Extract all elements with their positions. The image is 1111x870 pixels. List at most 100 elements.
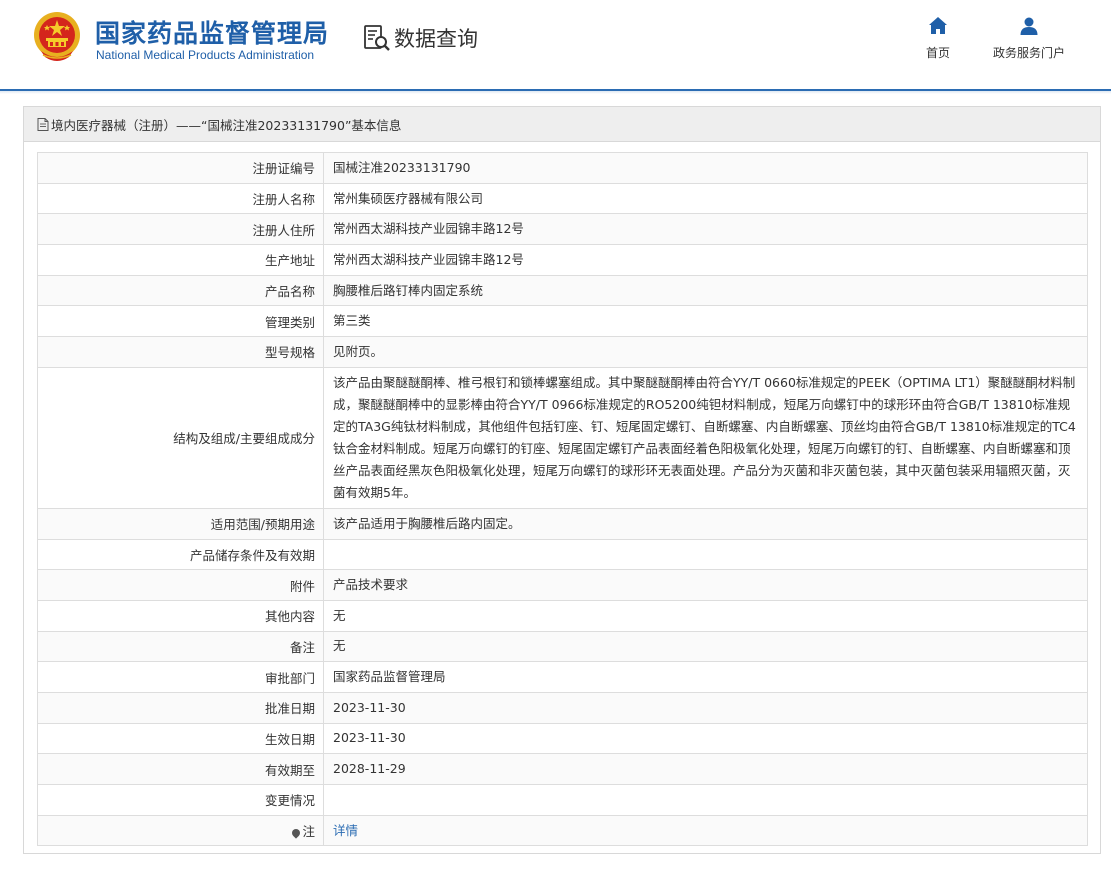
table-row: 管理类别 第三类: [37, 305, 1088, 338]
field-label-text: 注: [302, 824, 315, 840]
user-icon: [1020, 17, 1038, 35]
field-label: 生产地址: [37, 244, 324, 276]
brand-title-cn: 国家药品监督管理局: [95, 19, 330, 48]
table-row: 注 详情: [37, 814, 1088, 847]
table-row: 结构及组成/主要组成成分 该产品由聚醚醚酮棒、椎弓根钉和锁棒螺塞组成。其中聚醚醚酮…: [37, 366, 1088, 509]
field-label: 批准日期: [37, 691, 324, 724]
field-label: 产品名称: [37, 274, 324, 307]
field-value: 第三类: [323, 305, 1088, 338]
field-label: 附件: [37, 569, 324, 601]
field-value-text: 见附页。: [333, 343, 384, 359]
field-value: 无: [323, 630, 1088, 663]
field-value-text: 常州集硕医疗器械有限公司: [333, 190, 484, 206]
table-row: 产品储存条件及有效期: [37, 538, 1088, 571]
field-value: 2023-11-30: [323, 691, 1088, 724]
brand-title-en: National Medical Products Administration: [96, 48, 315, 62]
field-label-text: 型号规格: [264, 345, 315, 361]
field-label: 注: [37, 814, 324, 847]
field-value: 常州西太湖科技产业园锦丰路12号: [323, 244, 1088, 276]
site-header: 国家药品监督管理局 National Medical Products Admi…: [0, 0, 1111, 90]
table-row: 生产地址 常州西太湖科技产业园锦丰路12号: [37, 244, 1088, 276]
field-value-text: 2023-11-30: [333, 699, 406, 715]
field-value: 详情: [323, 814, 1088, 847]
field-value: 2028-11-29: [323, 753, 1088, 785]
table-row: 有效期至 2028-11-29: [37, 753, 1088, 785]
field-value-text: 2028-11-29: [333, 761, 406, 777]
table-row: 审批部门 国家药品监督管理局: [37, 661, 1088, 693]
data-query-title: 数据查询: [362, 22, 478, 54]
registration-info-table: 注册证编号 国械注准20233131790 注册人名称 常州集硕医疗器械有限公司 注册人…: [37, 152, 1088, 847]
header-shadow: [0, 91, 1111, 94]
field-value-text: 第三类: [333, 313, 371, 329]
table-row: 注册人名称 常州集硕医疗器械有限公司: [37, 182, 1088, 215]
field-label-text: 注册人住所: [252, 222, 315, 238]
table-row: 型号规格 见附页。: [37, 336, 1088, 368]
field-value-text: 常州西太湖科技产业园锦丰路12号: [333, 221, 524, 237]
pin-icon: [290, 826, 303, 839]
field-label: 产品储存条件及有效期: [37, 538, 324, 571]
field-value-text: 国家药品监督管理局: [333, 669, 446, 685]
field-value-text: 国械注准20233131790: [333, 159, 471, 175]
field-value: 产品技术要求: [323, 569, 1088, 601]
table-row: 批准日期 2023-11-30: [37, 691, 1088, 724]
field-label: 有效期至: [37, 753, 324, 785]
field-label-text: 其他内容: [264, 609, 315, 625]
field-label-text: 生产地址: [264, 253, 315, 269]
field-label-text: 产品储存条件及有效期: [189, 547, 315, 563]
field-label: 备注: [37, 630, 324, 663]
table-row: 注册证编号 国械注准20233131790: [37, 152, 1088, 184]
field-value-text: 无: [333, 607, 346, 623]
nav-home-label: 首页: [925, 46, 950, 60]
field-value: [323, 784, 1088, 816]
field-value: 常州西太湖科技产业园锦丰路12号: [323, 213, 1088, 246]
detail-panel: 境内医疗器械（注册）——“国械注准20233131790”基本信息 注册证编号国…: [23, 106, 1101, 854]
field-value-text: 常州西太湖科技产业园锦丰路12号: [333, 251, 524, 267]
field-label-text: 审批部门: [264, 670, 315, 686]
field-value: 2023-11-30: [323, 722, 1088, 755]
field-label: 注册人名称: [37, 182, 324, 215]
field-label-text: 产品名称: [264, 284, 315, 300]
field-label-text: 注册证编号: [252, 161, 315, 177]
data-query-label: 数据查询: [394, 27, 478, 51]
table-row: 产品名称 胸腰椎后路钉棒内固定系统: [37, 274, 1088, 307]
field-value: [323, 538, 1088, 571]
table-row: 适用范围/预期用途 该产品适用于胸腰椎后路内固定。: [37, 507, 1088, 540]
field-label: 注册人住所: [37, 213, 324, 246]
document-icon: [37, 117, 49, 131]
field-label: 结构及组成/主要组成成分: [37, 366, 324, 509]
field-value: 国家药品监督管理局: [323, 661, 1088, 693]
nav-home[interactable]: 首页: [922, 16, 954, 61]
field-value-text: 无: [333, 638, 346, 654]
field-value-text: 该产品由聚醚醚酮棒、椎弓根钉和锁棒螺塞组成。其中聚醚醚酮棒由符合YY/T 066…: [333, 374, 1076, 500]
field-label-text: 管理类别: [264, 314, 315, 330]
field-value: 国械注准20233131790: [323, 152, 1088, 184]
field-label-text: 有效期至: [264, 762, 315, 778]
panel-title: 境内医疗器械（注册）——“国械注准20233131790”基本信息: [51, 117, 402, 133]
table-row: 变更情况: [37, 784, 1088, 816]
field-value-text: 胸腰椎后路钉棒内固定系统: [333, 282, 484, 298]
field-label: 适用范围/预期用途: [37, 507, 324, 540]
field-value: 该产品由聚醚醚酮棒、椎弓根钉和锁棒螺塞组成。其中聚醚醚酮棒由符合YY/T 066…: [323, 366, 1088, 509]
field-label-text: 附件: [289, 578, 315, 594]
field-value: 胸腰椎后路钉棒内固定系统: [323, 274, 1088, 307]
nav-service-portal[interactable]: 政务服务门户: [986, 16, 1072, 61]
home-icon: [929, 17, 947, 34]
field-value: 无: [323, 599, 1088, 632]
field-label-text: 适用范围/预期用途: [210, 517, 315, 533]
field-label: 其他内容: [37, 599, 324, 632]
table-row: 其他内容 无: [37, 599, 1088, 632]
field-label: 审批部门: [37, 661, 324, 693]
field-label-text: 结构及组成/主要组成成分: [173, 431, 315, 447]
field-label: 注册证编号: [37, 152, 324, 184]
field-label-text: 注册人名称: [252, 192, 315, 208]
field-label: 型号规格: [37, 336, 324, 368]
field-value: 该产品适用于胸腰椎后路内固定。: [323, 507, 1088, 540]
field-label: 生效日期: [37, 722, 324, 755]
nav-service-portal-label: 政务服务门户: [992, 46, 1065, 60]
details-link[interactable]: 详情: [333, 823, 358, 838]
field-value: 见附页。: [323, 336, 1088, 368]
table-row: 注册人住所 常州西太湖科技产业园锦丰路12号: [37, 213, 1088, 246]
field-label-text: 批准日期: [264, 701, 315, 717]
panel-header: 境内医疗器械（注册）——“国械注准20233131790”基本信息: [24, 107, 1100, 142]
table-row: 附件 产品技术要求: [37, 569, 1088, 601]
